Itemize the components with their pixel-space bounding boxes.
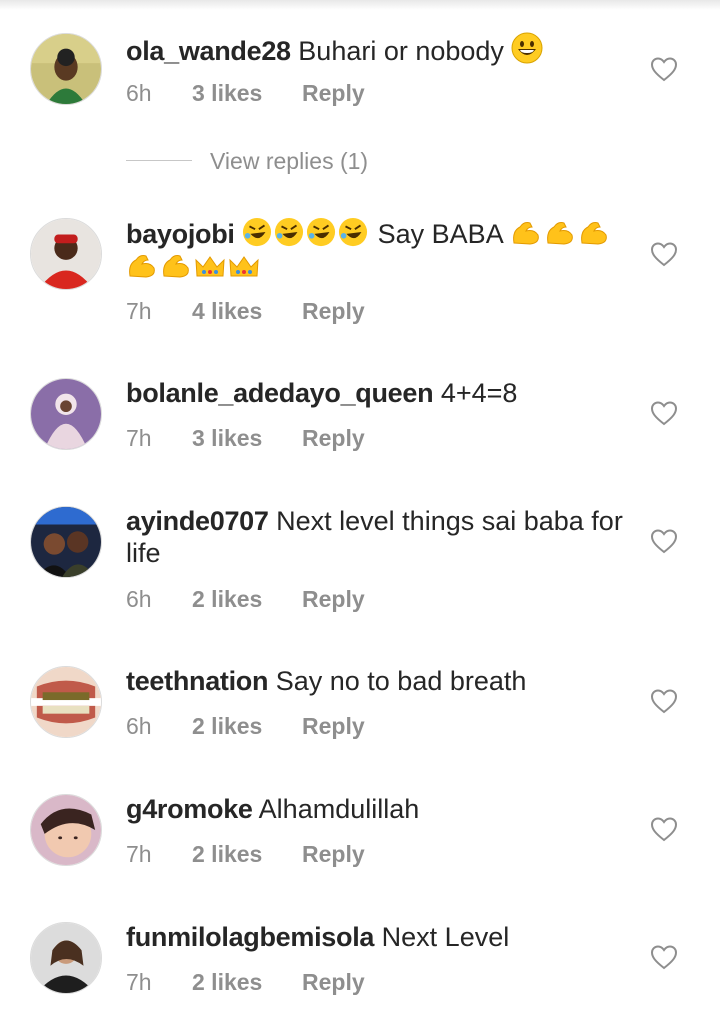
avatar[interactable]	[30, 378, 102, 450]
comment-username[interactable]: ayinde0707	[126, 506, 269, 536]
rofl-emoji-icon	[307, 217, 336, 247]
comment-text: Alhamdulillah	[258, 794, 420, 824]
comment-username[interactable]: teethnation	[126, 666, 269, 696]
muscle-emoji-icon	[512, 222, 539, 245]
reply-button[interactable]: Reply	[302, 298, 365, 325]
comment-username[interactable]: bolanle_adedayo_queen	[126, 378, 434, 408]
comment-username[interactable]: g4romoke	[126, 794, 253, 824]
avatar[interactable]	[30, 218, 102, 290]
top-edge-shadow	[0, 0, 720, 10]
comment-likes[interactable]: 2 likes	[192, 969, 262, 996]
grin-emoji-icon	[511, 32, 543, 64]
comment-likes[interactable]: 2 likes	[192, 841, 262, 868]
heart-outline-icon[interactable]	[650, 528, 678, 554]
heart-outline-icon[interactable]	[650, 56, 678, 82]
comment-time: 7h	[126, 425, 152, 451]
comment-time: 7h	[126, 969, 152, 995]
comment-likes[interactable]: 4 likes	[192, 298, 262, 325]
reply-button[interactable]: Reply	[302, 425, 365, 452]
rofl-emoji-icon	[275, 217, 304, 247]
comment-username[interactable]: ola_wande28	[126, 36, 291, 66]
reply-button[interactable]: Reply	[302, 586, 365, 613]
comment-likes[interactable]: 3 likes	[192, 80, 262, 107]
comment-likes[interactable]: 3 likes	[192, 425, 262, 452]
comment-time: 6h	[126, 713, 152, 739]
comment-time: 6h	[126, 586, 152, 612]
comment-likes[interactable]: 2 likes	[192, 713, 262, 740]
muscle-emoji-icon	[546, 222, 573, 245]
comment-text: Next Level	[381, 922, 510, 952]
reply-button[interactable]: Reply	[302, 969, 365, 996]
view-replies-label[interactable]: View replies (1)	[210, 148, 368, 175]
comment-username[interactable]: bayojobi	[126, 219, 235, 249]
avatar[interactable]	[30, 33, 102, 105]
muscle-emoji-icon	[580, 222, 607, 245]
comment-time: 6h	[126, 80, 152, 106]
comment-likes[interactable]: 2 likes	[192, 586, 262, 613]
view-replies-divider	[126, 160, 192, 161]
comment-username[interactable]: funmilolagbemisola	[126, 922, 374, 952]
heart-outline-icon[interactable]	[650, 816, 678, 842]
crown-emoji-icon	[195, 256, 225, 277]
heart-outline-icon[interactable]	[650, 944, 678, 970]
reply-button[interactable]: Reply	[302, 713, 365, 740]
rofl-emoji-icon	[243, 217, 272, 247]
heart-outline-icon[interactable]	[650, 241, 678, 267]
heart-outline-icon[interactable]	[650, 400, 678, 426]
avatar[interactable]	[30, 506, 102, 578]
avatar[interactable]	[30, 666, 102, 738]
reply-button[interactable]: Reply	[302, 841, 365, 868]
crown-emoji-icon	[229, 256, 259, 277]
avatar[interactable]	[30, 922, 102, 994]
muscle-emoji-icon	[129, 255, 155, 278]
comment-text: Say BABA	[377, 219, 503, 249]
rofl-emoji-icon	[339, 217, 368, 247]
avatar[interactable]	[30, 794, 102, 866]
reply-button[interactable]: Reply	[302, 80, 365, 107]
comment-text: Say no to bad breath	[275, 666, 527, 696]
heart-outline-icon[interactable]	[650, 688, 678, 714]
comment-text: Buhari or nobody	[298, 36, 504, 66]
muscle-emoji-icon	[163, 255, 189, 278]
comment-text: 4+4=8	[440, 378, 518, 408]
comment-time: 7h	[126, 841, 152, 867]
comment-time: 7h	[126, 298, 152, 324]
